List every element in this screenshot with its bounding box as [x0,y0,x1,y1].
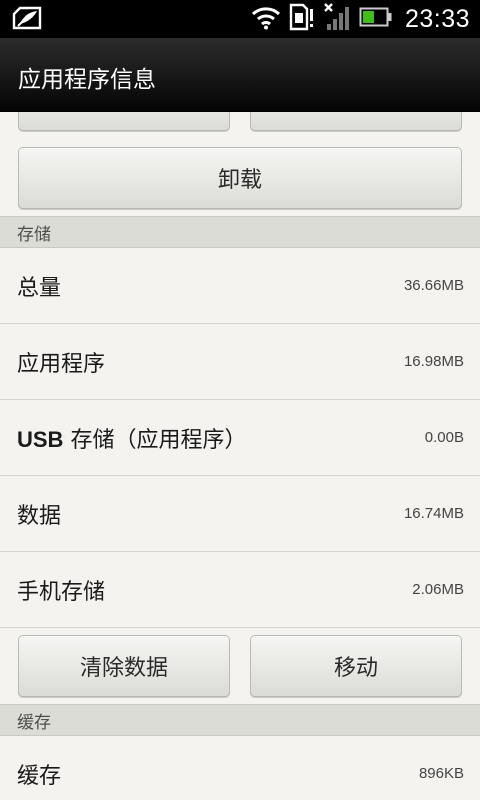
notification-icon [12,5,42,31]
battery-icon [359,6,393,32]
storage-phone-label: 手机存储 [17,579,106,605]
app-info-content[interactable]: 卸载 存储 总量 36.66MB 应用程序 16.98MB USB 存储（应用程… [0,112,480,800]
storage-row-usb: USB 存储（应用程序） 0.00B [0,400,480,476]
cache-label: 缓存 [17,763,62,789]
storage-usb-suffix: 存储（应用程序） [63,427,247,453]
storage-row-app: 应用程序 16.98MB [0,324,480,400]
move-label: 移动 [333,656,378,681]
storage-data-value: 16.74MB [403,505,464,522]
signal-icon [323,2,351,36]
storage-section-title: 存储 [17,224,51,245]
clear-data-button[interactable]: 清除数据 [18,635,230,697]
storage-app-value: 16.98MB [403,353,464,370]
uninstall-button[interactable]: 卸载 [18,147,462,209]
storage-row-total: 总量 36.66MB [0,248,480,324]
cache-value: 896KB [418,765,464,782]
cache-section-title: 缓存 [17,712,51,733]
storage-usb-label: USB 存储（应用程序） [17,422,246,454]
top-right-button[interactable] [250,112,462,131]
storage-row-data: 数据 16.74MB [0,476,480,552]
uninstall-label: 卸载 [217,168,262,193]
cache-row: 缓存 896KB [0,736,480,800]
status-clock: 23:33 [404,4,470,33]
sim-icon [289,3,315,35]
cache-section-header: 缓存 [0,704,480,736]
page-title: 应用程序信息 [18,67,156,93]
wifi-icon [251,4,281,34]
top-left-button[interactable] [18,112,230,131]
storage-section-header: 存储 [0,216,480,248]
storage-total-label: 总量 [17,275,62,301]
storage-usb-value: 0.00B [424,429,464,446]
storage-phone-value: 2.06MB [412,581,464,598]
clear-data-label: 清除数据 [79,656,168,681]
move-button[interactable]: 移动 [250,635,462,697]
status-bar: 23:33 [0,0,480,38]
storage-row-phone: 手机存储 2.06MB [0,552,480,628]
storage-total-value: 36.66MB [403,277,464,294]
storage-usb-prefix: USB [17,426,64,452]
title-bar: 应用程序信息 [0,38,480,112]
storage-app-label: 应用程序 [17,351,106,377]
storage-data-label: 数据 [17,503,62,529]
